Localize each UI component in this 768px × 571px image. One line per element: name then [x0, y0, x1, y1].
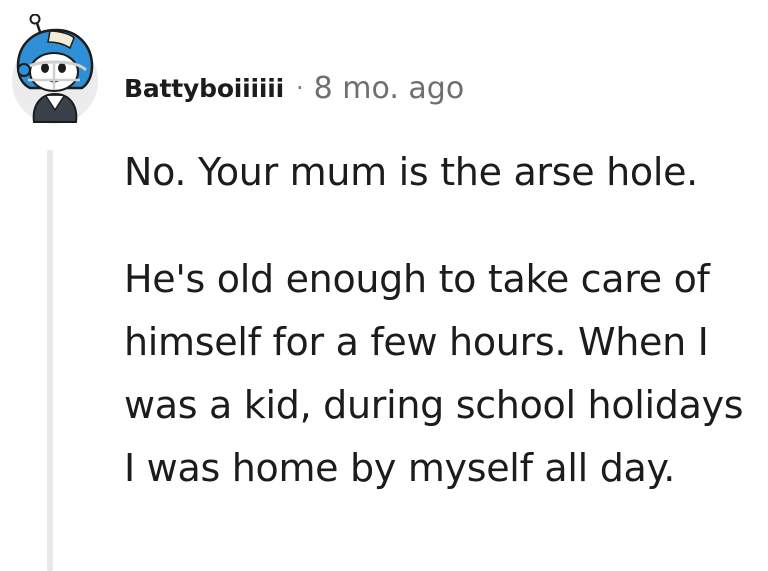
username-link[interactable]: Battyboiiiiii [124, 74, 284, 103]
comment-paragraph: He's old enough to take care of himself … [124, 257, 744, 490]
comment-header: Battyboiiiiii · 8 mo. ago [124, 68, 464, 108]
meta-separator: · [296, 74, 304, 102]
avatar[interactable] [10, 13, 100, 130]
snoo-avatar-icon [12, 13, 98, 124]
timestamp-link[interactable]: 8 mo. ago [314, 71, 465, 106]
comment-paragraph: No. Your mum is the arse hole. [124, 150, 698, 194]
comment: Battyboiiiiii · 8 mo. ago No. Your mum i… [0, 0, 768, 571]
thread-collapse-line[interactable] [47, 150, 53, 571]
comment-body: No. Your mum is the arse hole. He's old … [124, 141, 754, 500]
